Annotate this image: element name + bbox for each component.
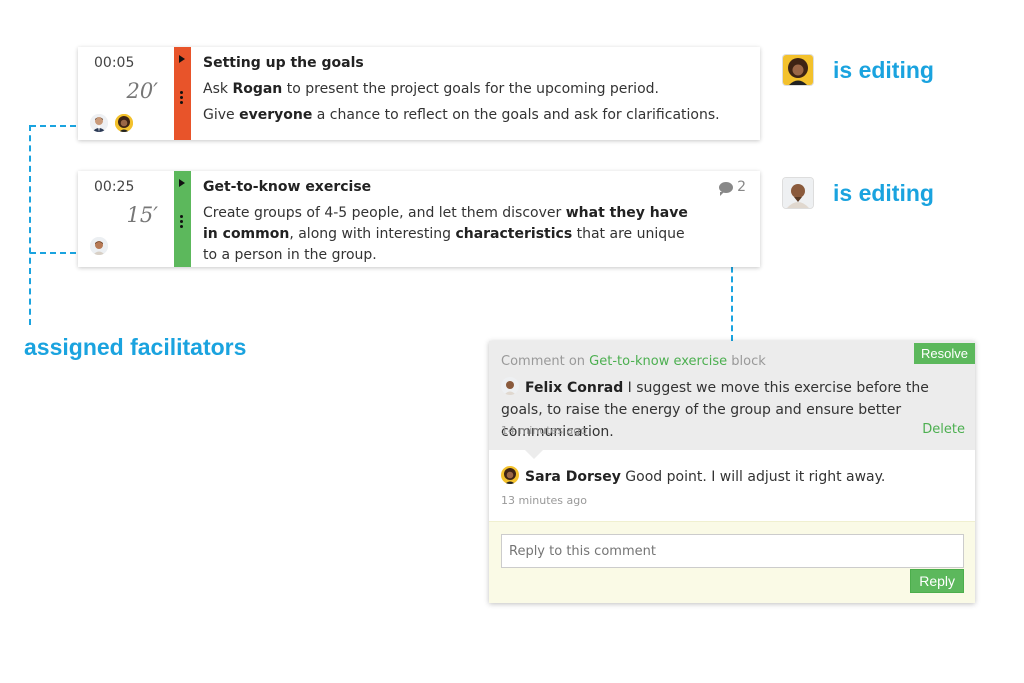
play-icon[interactable]	[179, 55, 185, 63]
avatar	[783, 178, 813, 208]
comment-text: Good point. I will adjust it right away.	[620, 469, 886, 485]
agenda-block[interactable]: 00:05 20′ Setting up the goals Ask Rogan…	[78, 47, 760, 140]
facilitator-connector-vertical	[29, 125, 31, 325]
block-color-strip[interactable]	[174, 171, 191, 267]
block-content[interactable]: Get-to-know exercise Create groups of 4-…	[203, 177, 690, 266]
block-link[interactable]: Get-to-know exercise	[589, 354, 727, 369]
drag-handle-icon[interactable]	[180, 215, 184, 230]
time-column: 00:05 20′	[78, 47, 174, 140]
editing-indicator: is editing	[783, 55, 934, 85]
comment-panel-header: Comment on Get-to-know exercise block	[501, 354, 766, 369]
block-line: Ask Rogan to present the project goals f…	[203, 81, 659, 97]
reply-area: Reply	[489, 521, 975, 603]
editing-label: is editing	[833, 56, 934, 83]
comment-notch	[525, 450, 543, 459]
comment-panel: Comment on Get-to-know exercise block Re…	[489, 341, 975, 603]
block-content[interactable]: Setting up the goals Ask Rogan to presen…	[203, 53, 746, 126]
avatar	[501, 466, 519, 484]
comment-author: Felix Conrad	[525, 380, 624, 396]
comment-time: 14 minutes ago	[501, 424, 587, 437]
start-time: 00:05	[94, 55, 135, 71]
assigned-facilitators-label: assigned facilitators	[24, 334, 247, 360]
play-icon[interactable]	[179, 179, 185, 187]
reply-input[interactable]	[501, 534, 964, 568]
agenda-block[interactable]: 00:25 15′ Get-to-know exercise Create gr…	[78, 171, 760, 267]
avatar[interactable]	[90, 237, 108, 255]
block-description: Create groups of 4-5 people, and let the…	[203, 205, 688, 263]
editing-indicator: is editing	[783, 178, 934, 208]
comment-time: 13 minutes ago	[501, 494, 587, 507]
avatar[interactable]	[90, 114, 108, 132]
resolve-button[interactable]: Resolve	[914, 343, 975, 364]
block-color-strip[interactable]	[174, 47, 191, 140]
duration[interactable]: 15′	[127, 203, 159, 227]
drag-handle-icon[interactable]	[180, 91, 184, 106]
avatar	[783, 55, 813, 85]
comment-author: Sara Dorsey	[525, 469, 621, 485]
avatar	[501, 377, 519, 395]
block-line: Give everyone a chance to reflect on the…	[203, 107, 720, 123]
time-column: 00:25 15′	[78, 171, 174, 267]
avatar[interactable]	[115, 114, 133, 132]
comment-icon	[719, 181, 734, 196]
comment-count[interactable]: 2	[719, 179, 746, 196]
duration[interactable]: 20′	[127, 79, 159, 103]
block-title: Get-to-know exercise	[203, 179, 372, 195]
start-time: 00:25	[94, 179, 135, 195]
comment-item: Sara Dorsey Good point. I will adjust it…	[501, 466, 951, 488]
reply-button[interactable]: Reply	[910, 569, 964, 593]
editing-label: is editing	[833, 179, 934, 206]
block-title: Setting up the goals	[203, 55, 364, 71]
delete-link[interactable]: Delete	[922, 422, 965, 437]
